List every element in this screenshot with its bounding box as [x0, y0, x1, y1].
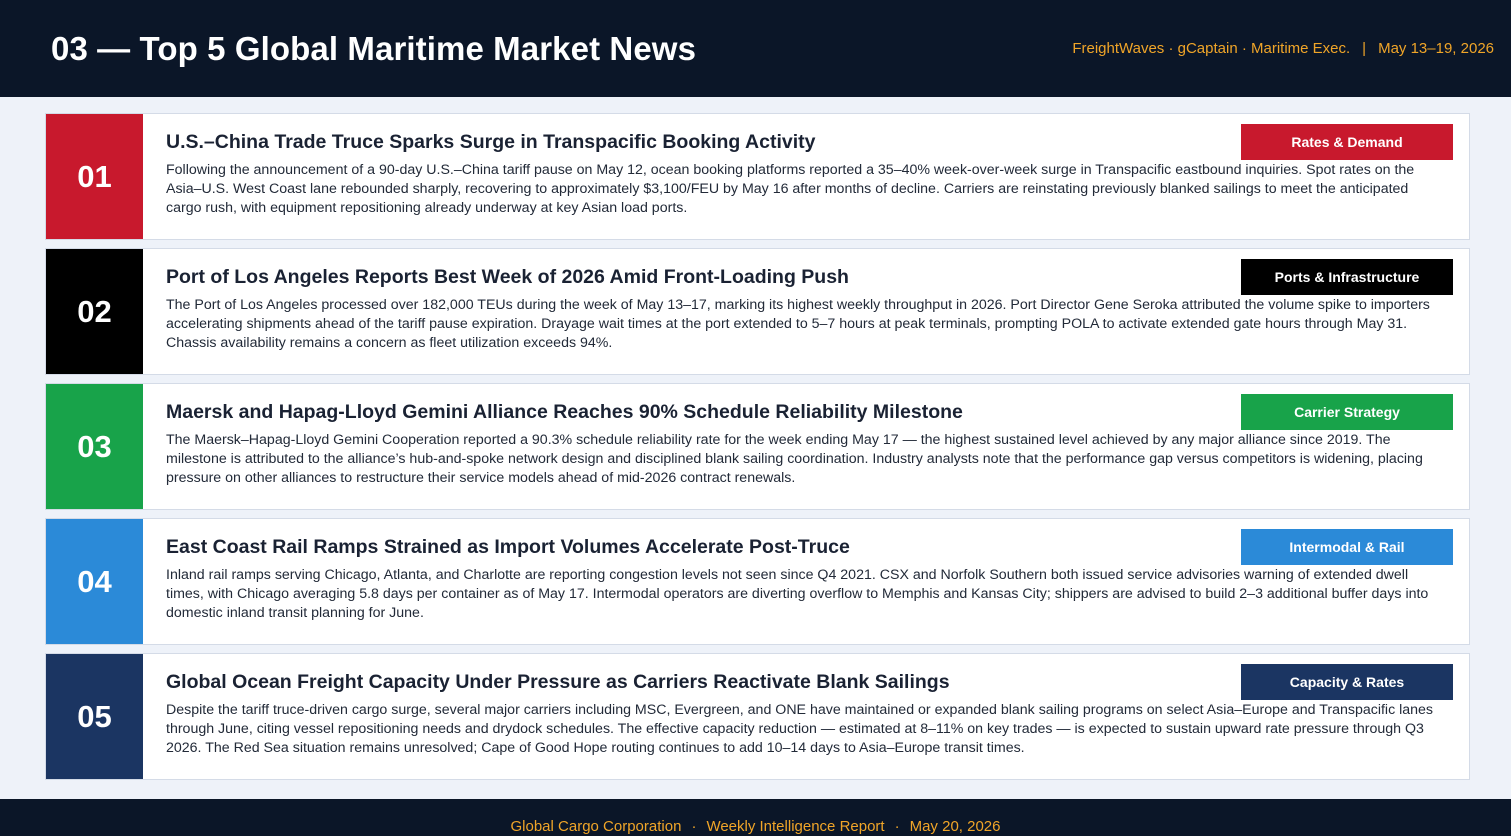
header-bar: 03 — Top 5 Global Maritime Market News F… — [0, 0, 1511, 97]
news-number: 04 — [46, 519, 143, 644]
news-number: 05 — [46, 654, 143, 779]
news-description: Despite the tariff truce-driven cargo su… — [166, 702, 1434, 756]
footer-dot: · — [894, 818, 900, 835]
news-content: U.S.–China Trade Truce Sparks Surge in T… — [143, 114, 1469, 239]
news-description: The Maersk–Hapag-Lloyd Gemini Cooperatio… — [166, 432, 1423, 486]
news-number: 03 — [46, 384, 143, 509]
news-card: 04 East Coast Rail Ramps Strained as Imp… — [45, 518, 1470, 645]
header-meta: FreightWaves · gCaptain · Maritime Exec.… — [1072, 40, 1494, 57]
news-description: Following the announcement of a 90-day U… — [166, 162, 1415, 216]
news-content: Port of Los Angeles Reports Best Week of… — [143, 249, 1469, 374]
footer-dot: · — [691, 818, 697, 835]
source-list: FreightWaves · gCaptain · Maritime Exec. — [1072, 40, 1351, 57]
news-card: 01 U.S.–China Trade Truce Sparks Surge i… — [45, 113, 1470, 240]
news-content: Global Ocean Freight Capacity Under Pres… — [143, 654, 1469, 779]
news-number: 01 — [46, 114, 143, 239]
footer-bar: Global Cargo Corporation · Weekly Intell… — [0, 799, 1511, 836]
category-badge: Ports & Infrastructure — [1241, 259, 1453, 295]
news-card: 03 Maersk and Hapag-Lloyd Gemini Allianc… — [45, 383, 1470, 510]
news-description: The Port of Los Angeles processed over 1… — [166, 297, 1430, 351]
news-content: East Coast Rail Ramps Strained as Import… — [143, 519, 1469, 644]
news-card: 02 Port of Los Angeles Reports Best Week… — [45, 248, 1470, 375]
report-page: 03 — Top 5 Global Maritime Market News F… — [0, 0, 1511, 836]
footer-company: Global Cargo Corporation — [510, 818, 682, 835]
page-title: 03 — Top 5 Global Maritime Market News — [51, 29, 697, 67]
category-badge: Rates & Demand — [1241, 124, 1453, 160]
news-number: 02 — [46, 249, 143, 374]
meta-separator: | — [1362, 40, 1367, 57]
news-description: Inland rail ramps serving Chicago, Atlan… — [166, 567, 1429, 621]
news-card: 05 Global Ocean Freight Capacity Under P… — [45, 653, 1470, 780]
category-badge: Capacity & Rates — [1241, 664, 1453, 700]
footer-date: May 20, 2026 — [909, 818, 1001, 835]
category-badge: Intermodal & Rail — [1241, 529, 1453, 565]
footer-report-name: Weekly Intelligence Report — [706, 818, 885, 835]
category-badge: Carrier Strategy — [1241, 394, 1453, 430]
date-range: May 13–19, 2026 — [1378, 40, 1494, 57]
news-content: Maersk and Hapag-Lloyd Gemini Alliance R… — [143, 384, 1469, 509]
news-list: 01 U.S.–China Trade Truce Sparks Surge i… — [45, 113, 1470, 780]
